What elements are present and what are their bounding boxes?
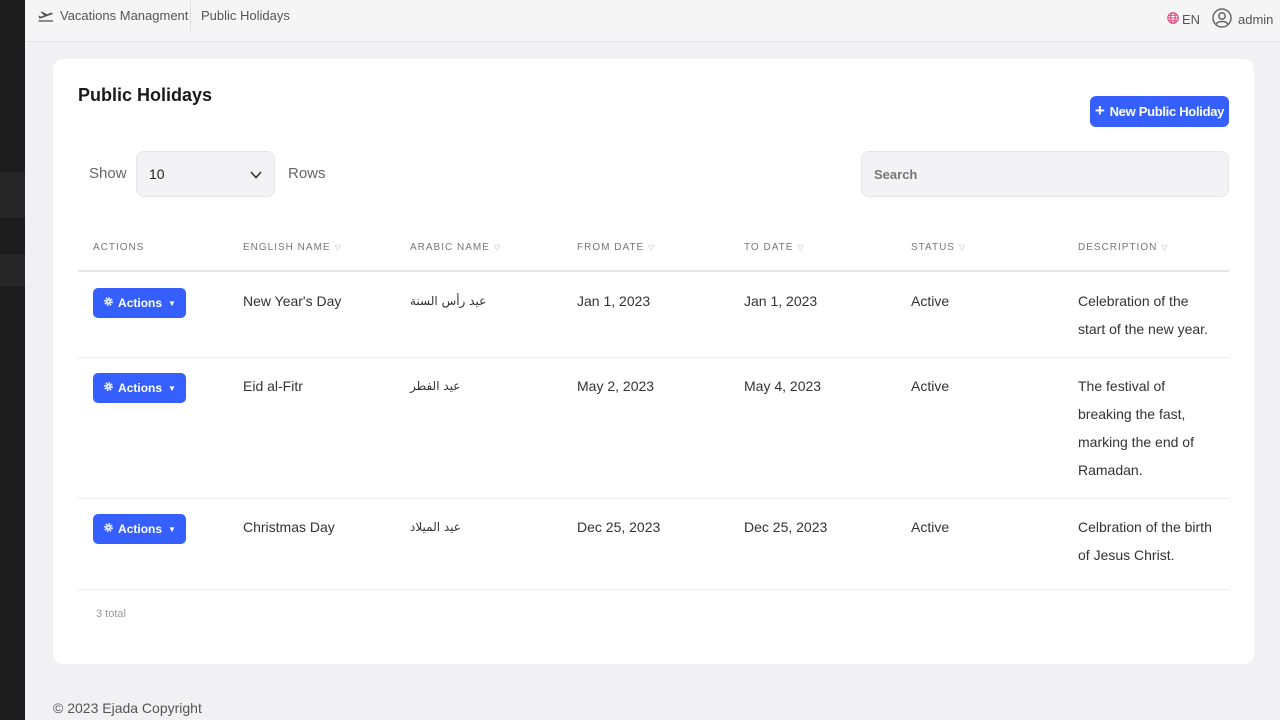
row-actions-label: Actions xyxy=(118,381,163,395)
holidays-table: ACTIONS ENGLISH NAME ▽ ARABIC NAME ▽ FROM … xyxy=(78,229,1229,590)
cell-from-date: May 2, 2023 xyxy=(577,378,655,394)
column-header-actions: ACTIONS xyxy=(93,242,145,253)
page-title: Public Holidays xyxy=(78,85,213,105)
new-public-holiday-button[interactable]: + New Public Holiday xyxy=(1090,96,1229,127)
row-actions-button[interactable]: Actions ▼ xyxy=(93,288,186,318)
column-header-to-date[interactable]: TO DATE ▽ xyxy=(744,242,805,253)
user-menu[interactable]: admin xyxy=(1212,8,1273,31)
sort-caret-icon: ▽ xyxy=(1161,243,1169,252)
column-header-description[interactable]: DESCRIPTION ▽ xyxy=(1078,242,1169,253)
language-label: EN xyxy=(1182,12,1201,27)
column-header-from-date[interactable]: FROM DATE ▽ xyxy=(577,242,655,253)
cell-english-name: Christmas Day xyxy=(243,519,335,535)
sort-caret-icon: ▽ xyxy=(797,243,805,252)
plus-icon: + xyxy=(1094,101,1105,120)
show-label: Show xyxy=(89,165,127,182)
cell-from-date: Dec 25, 2023 xyxy=(577,519,661,535)
sort-caret-icon: ▽ xyxy=(493,243,502,252)
brand-label: Vacations Managment xyxy=(60,8,189,23)
top-navbar: Vacations Managment Public Holidays EN a… xyxy=(25,0,1280,42)
user-name: admin xyxy=(1238,12,1274,27)
cell-arabic-name: عيد الفطر xyxy=(410,379,461,393)
caret-down-icon: ▼ xyxy=(168,298,176,308)
left-rail-item[interactable] xyxy=(0,254,25,286)
gear-icon xyxy=(103,522,114,536)
row-actions-button[interactable]: Actions ▼ xyxy=(93,373,186,403)
rows-label: Rows xyxy=(288,165,326,182)
cell-to-date: May 4, 2023 xyxy=(744,378,822,394)
sort-caret-icon: ▽ xyxy=(334,243,342,252)
cell-english-name: Eid al-Fitr xyxy=(243,378,303,394)
cell-status: Active xyxy=(911,378,950,394)
table-row: Actions ▼ New Year's Day عيد رأس السنة J… xyxy=(78,272,1229,358)
cell-status: Active xyxy=(911,293,950,309)
caret-down-icon: ▼ xyxy=(168,383,176,393)
left-rail xyxy=(0,0,25,720)
plane-icon xyxy=(38,10,54,22)
user-circle-icon xyxy=(1212,8,1232,31)
table-row: Actions ▼ Eid al-Fitr عيد الفطر May 2, 2… xyxy=(78,358,1229,499)
language-switcher[interactable]: EN xyxy=(1167,12,1200,27)
gear-icon xyxy=(103,381,114,395)
cell-description: Celebration of the start of the new year… xyxy=(1078,293,1208,337)
cell-to-date: Jan 1, 2023 xyxy=(744,293,818,309)
column-header-status[interactable]: STATUS ▽ xyxy=(911,242,966,253)
row-actions-button[interactable]: Actions ▼ xyxy=(93,514,186,544)
column-header-arabic-name[interactable]: ARABIC NAME ▽ xyxy=(410,242,501,253)
cell-arabic-name: عيد الميلاد xyxy=(410,520,461,534)
breadcrumb-public-holidays[interactable]: Public Holidays xyxy=(201,8,290,23)
cell-arabic-name: عيد رأس السنة xyxy=(410,294,487,308)
globe-icon xyxy=(1167,12,1179,27)
cell-to-date: Dec 25, 2023 xyxy=(744,519,828,535)
sort-caret-icon: ▽ xyxy=(648,243,656,252)
rows-per-page-value: 10 xyxy=(149,166,165,182)
search-input[interactable] xyxy=(861,151,1229,197)
cell-from-date: Jan 1, 2023 xyxy=(577,293,651,309)
sort-caret-icon: ▽ xyxy=(958,243,967,252)
cell-status: Active xyxy=(911,519,950,535)
navbar-divider xyxy=(190,0,191,33)
brand-link[interactable]: Vacations Managment xyxy=(38,8,188,23)
chevron-down-icon xyxy=(250,166,262,182)
cell-description: Celbration of the birth of Jesus Christ. xyxy=(1078,519,1212,563)
column-header-english-name[interactable]: ENGLISH NAME ▽ xyxy=(243,242,342,253)
row-actions-label: Actions xyxy=(118,522,163,536)
caret-down-icon: ▼ xyxy=(168,524,176,534)
cell-english-name: New Year's Day xyxy=(243,293,342,309)
public-holidays-card: Public Holidays + New Public Holiday Sho… xyxy=(53,59,1254,664)
total-count: 3 total xyxy=(96,608,126,620)
new-public-holiday-label: New Public Holiday xyxy=(1109,104,1225,119)
table-row: Actions ▼ Christmas Day عيد الميلاد Dec … xyxy=(78,499,1229,590)
row-actions-label: Actions xyxy=(118,296,163,310)
table-header: ACTIONS ENGLISH NAME ▽ ARABIC NAME ▽ FROM … xyxy=(78,229,1229,272)
gear-icon xyxy=(103,296,114,310)
footer-copyright: © 2023 Ejada Copyright xyxy=(53,700,202,716)
rows-per-page-select[interactable]: 10 xyxy=(136,151,275,197)
left-rail-item[interactable] xyxy=(0,172,25,218)
cell-description: The festival of breaking the fast, marki… xyxy=(1078,378,1194,478)
